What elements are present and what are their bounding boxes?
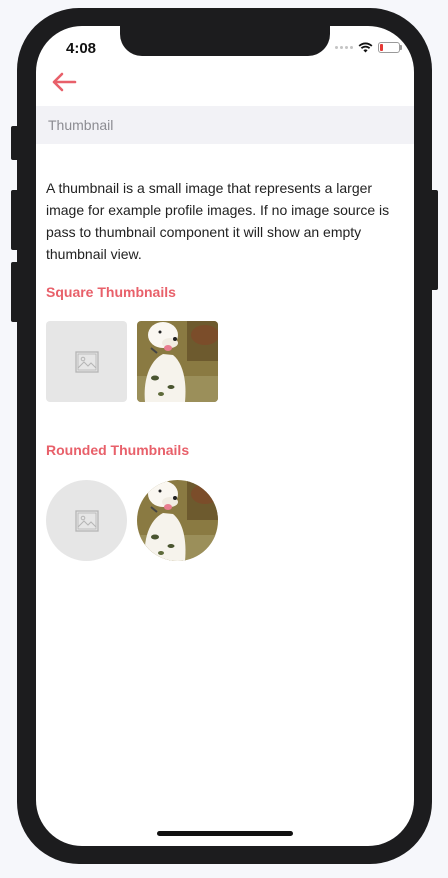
image-placeholder-icon <box>74 350 99 373</box>
header-title: Thumbnail <box>48 117 114 133</box>
empty-square-thumbnail <box>46 321 127 402</box>
empty-rounded-thumbnail <box>46 480 127 561</box>
section-header: Thumbnail <box>36 106 414 144</box>
status-time: 4:08 <box>66 40 97 57</box>
square-thumbnails-title: Square Thumbnails <box>46 284 176 300</box>
dog-photo-square-thumbnail <box>137 321 218 402</box>
screen: 4:08 Thumbnail A thumbnail is a small im… <box>36 26 414 846</box>
arrow-left-icon[interactable] <box>50 70 78 94</box>
rounded-thumbnails-title: Rounded Thumbnails <box>46 442 190 458</box>
dog-photo-rounded-thumbnail <box>137 480 218 561</box>
status-icons <box>335 42 402 53</box>
home-indicator[interactable] <box>157 831 293 836</box>
description-text: A thumbnail is a small image that repres… <box>46 180 390 262</box>
dog-photo <box>137 321 218 402</box>
signal-icon <box>335 46 353 49</box>
battery-icon <box>378 42 402 53</box>
dog-photo <box>137 480 218 561</box>
image-placeholder-icon <box>74 509 99 532</box>
wifi-icon <box>358 42 373 53</box>
notch <box>120 26 330 56</box>
